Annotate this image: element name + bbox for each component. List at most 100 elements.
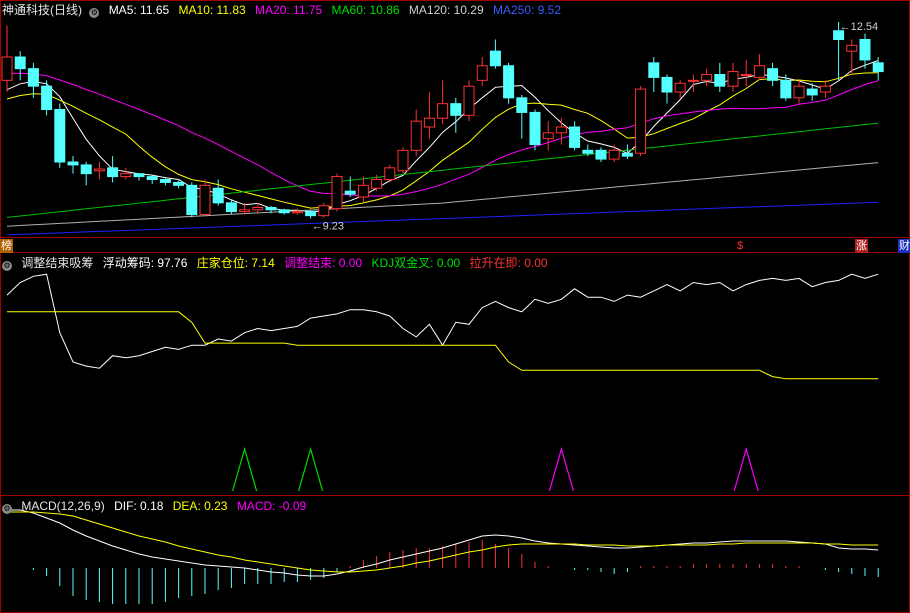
marker-zhang[interactable]: 涨	[855, 239, 868, 253]
candle-body	[780, 79, 792, 99]
candle-body	[186, 184, 198, 215]
marker-bang[interactable]: 榜	[0, 239, 13, 253]
candle-body	[503, 65, 515, 99]
candle-body	[173, 181, 185, 186]
indicator-panel-header: ⚙ 调整结束吸筹 浮动筹码: 97.76 庄家仓位: 7.14 调整结束: 0.…	[2, 255, 554, 271]
candle-body	[872, 62, 884, 73]
candle-body	[397, 149, 409, 172]
low-price-label: ←9.23	[312, 221, 344, 233]
candle-body	[80, 164, 92, 175]
candle-body	[582, 149, 594, 154]
settings-icon[interactable]: ⚙	[2, 261, 12, 271]
candle-body	[595, 149, 607, 160]
candle-body	[159, 179, 171, 183]
legend-position: 庄家仓位: 7.14	[196, 256, 275, 270]
stock-title: 神通科技(日线)	[2, 3, 82, 17]
candle-body	[318, 205, 330, 217]
candle-body	[608, 149, 620, 160]
dealer-position-line	[7, 311, 879, 380]
candle-body	[753, 65, 765, 78]
legend-dea: DEA: 0.23	[172, 499, 228, 513]
candle-body	[806, 88, 818, 96]
candle-body	[54, 109, 66, 163]
candle-body	[305, 211, 317, 217]
candle-body	[384, 167, 396, 180]
high-price-label: ←12.54	[840, 21, 879, 33]
candle-body	[648, 62, 660, 78]
candle-body	[252, 207, 264, 211]
settings-icon[interactable]: ⚙	[2, 504, 12, 514]
legend-dif: DIF: 0.18	[114, 499, 164, 513]
candle-body	[265, 207, 277, 211]
legend-ma120: MA120: 10.29	[408, 3, 484, 17]
candle-body	[278, 209, 290, 214]
candle-body	[133, 173, 145, 178]
marker-dollar[interactable]: $	[736, 239, 744, 253]
rise-signal-spike	[733, 446, 759, 492]
marker-cai[interactable]: 财	[898, 239, 910, 253]
legend-macd: MACD: -0.09	[236, 499, 307, 513]
candle-body	[93, 168, 105, 172]
kdj-cross-spike	[232, 446, 258, 492]
ma120-line	[6, 162, 879, 227]
candle-body	[476, 65, 488, 81]
legend-ma60: MA60: 10.86	[331, 3, 400, 17]
chart-window: { "header_main": { "title": "神通科技(日线)", …	[0, 0, 910, 613]
candle-body	[674, 82, 686, 93]
candle-body	[357, 184, 369, 198]
candle-body	[437, 103, 449, 119]
candle-body	[846, 44, 858, 52]
candle-body	[344, 190, 356, 195]
candle-body	[740, 74, 752, 76]
candle-body	[555, 126, 567, 134]
candle-body	[225, 202, 237, 213]
candle-body	[661, 76, 673, 93]
main-panel-header: 神通科技(日线) ⚙ MA5: 11.65 MA10: 11.83 MA20: …	[2, 2, 567, 18]
candle-body	[569, 126, 581, 148]
legend-ma10: MA10: 11.83	[178, 3, 246, 17]
candle-body	[331, 176, 343, 210]
indicator-name: 调整结束吸筹	[21, 256, 94, 270]
legend-ma250: MA250: 9.52	[492, 3, 562, 17]
candle-body	[542, 132, 554, 140]
candle-body	[107, 167, 119, 178]
candle-body	[793, 85, 805, 99]
candle-body	[714, 74, 726, 87]
candle-body	[27, 68, 39, 87]
float-chips-line	[6, 273, 879, 369]
candle-body	[1, 56, 13, 81]
macd-name: MACD(12,26,9)	[21, 499, 105, 513]
legend-float: 浮动筹码: 97.76	[102, 256, 188, 270]
candle-body	[635, 88, 647, 154]
legend-rise: 拉升在即: 0.00	[469, 256, 548, 270]
legend-ma20: MA20: 11.75	[255, 3, 323, 17]
candle-body	[14, 56, 26, 70]
ma250-line	[6, 201, 879, 236]
legend-kdj: KDJ双金叉: 0.00	[371, 256, 461, 270]
candle-body	[212, 187, 224, 204]
candle-body	[767, 68, 779, 81]
candle-body	[410, 120, 422, 151]
candle-body	[146, 176, 158, 180]
chart-canvas: ←12.54 ←9.23	[0, 0, 910, 613]
candle-body	[529, 111, 541, 145]
candle-body	[199, 184, 211, 215]
candle-body	[701, 74, 713, 81]
candle-body	[450, 103, 462, 116]
candle-body	[239, 209, 251, 213]
chart-border	[0, 0, 910, 613]
candle-body	[423, 117, 435, 128]
candle-body	[489, 50, 501, 67]
candle-body	[371, 179, 383, 189]
candle-body	[120, 173, 132, 178]
candle-body	[516, 97, 528, 113]
candle-body	[463, 85, 475, 116]
macd-panel-header: ⚙ MACD(12,26,9) DIF: 0.18 DEA: 0.23 MACD…	[2, 498, 312, 514]
settings-icon[interactable]: ⚙	[89, 8, 100, 18]
candle-body	[727, 71, 739, 87]
legend-adjust-end: 调整结束: 0.00	[284, 256, 363, 270]
candle-body	[687, 79, 699, 82]
candle-body	[291, 211, 303, 214]
candle-body	[621, 152, 633, 157]
candle-body	[41, 85, 53, 110]
